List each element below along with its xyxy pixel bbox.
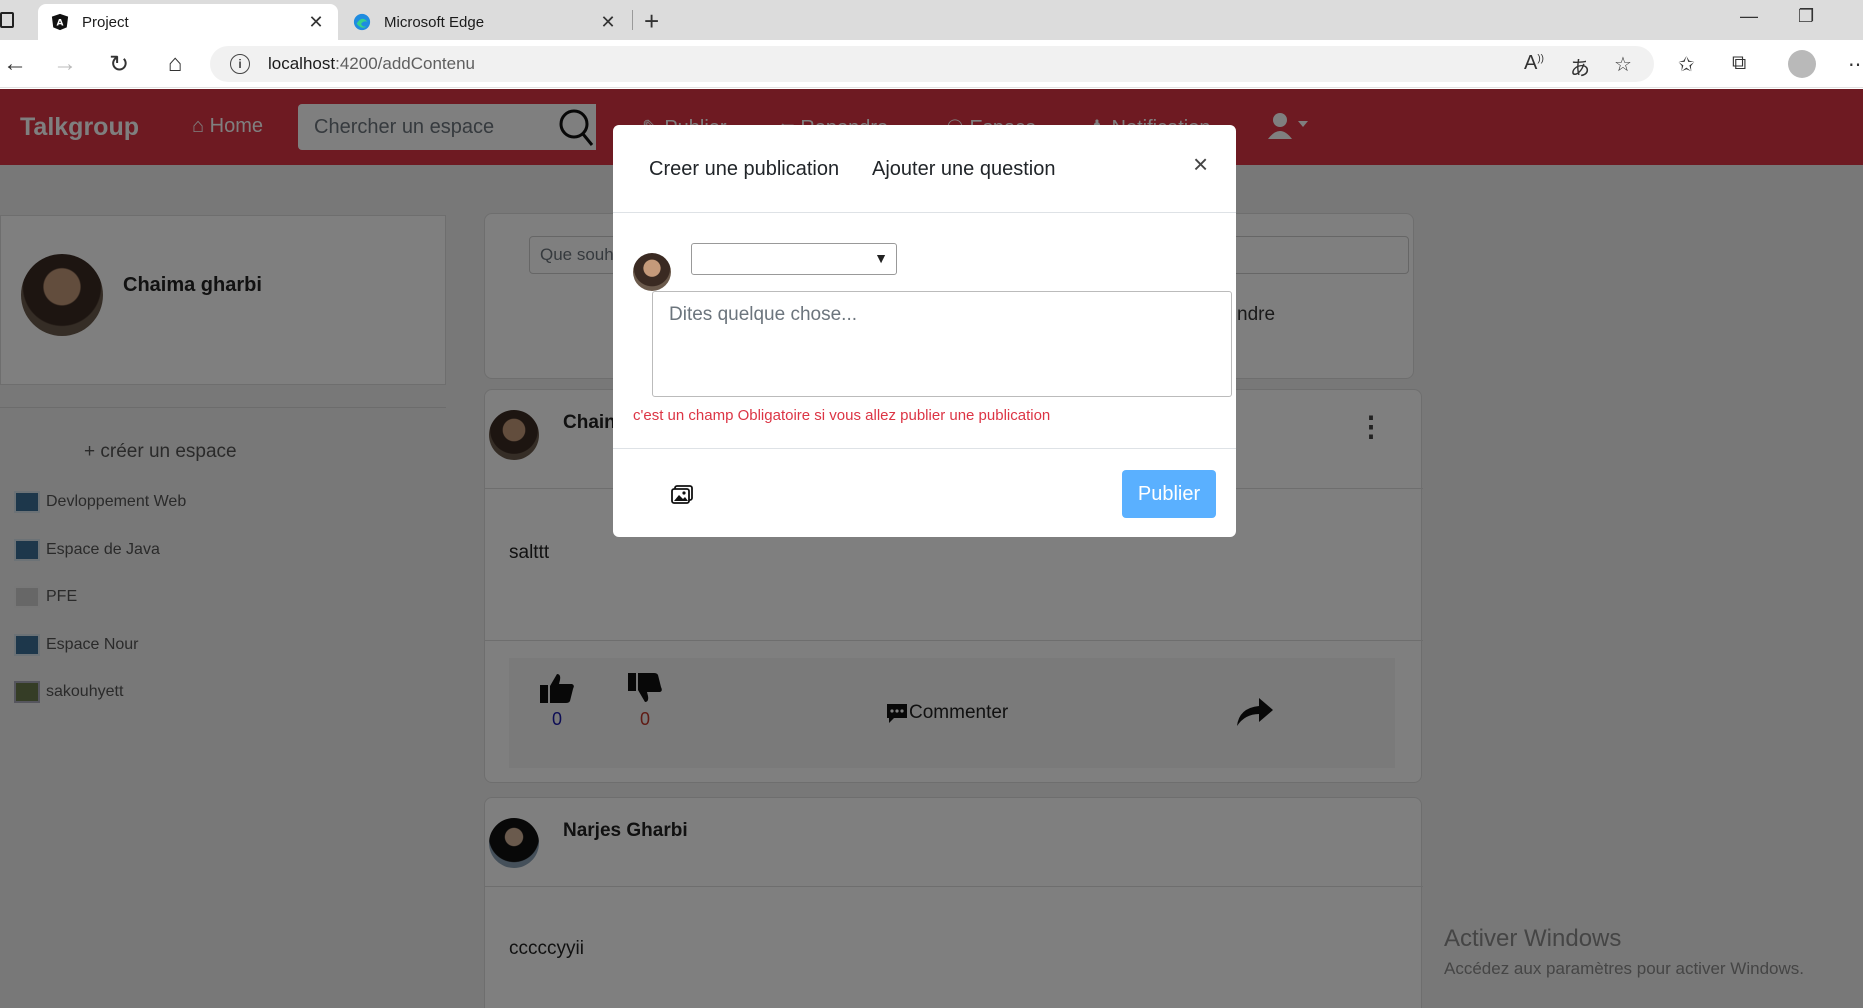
create-publication-modal: Creer une publication Ajouter une questi… [613, 125, 1236, 537]
modal-header: Creer une publication Ajouter une questi… [613, 125, 1236, 213]
collections-icon[interactable]: ⧉ [1732, 52, 1746, 75]
add-favorite-icon[interactable]: ☆ [1614, 52, 1632, 77]
avatar [633, 253, 671, 291]
favorites-icon[interactable]: ✩ [1678, 52, 1695, 77]
space-select[interactable]: ▼ [691, 243, 897, 275]
url-host: localhost [268, 54, 336, 73]
url-field[interactable]: i localhost:4200/addContenu [210, 46, 1654, 82]
new-tab-icon[interactable]: + [644, 6, 659, 37]
forward-icon[interactable]: → [50, 50, 80, 78]
tab-add-question[interactable]: Ajouter une question [872, 158, 1055, 181]
tab-create-publication[interactable]: Creer une publication [649, 158, 839, 181]
publication-textarea[interactable]: Dites quelque chose... [652, 291, 1232, 397]
close-icon[interactable]: × [1193, 149, 1208, 180]
info-icon[interactable]: i [230, 54, 250, 74]
svg-text:A: A [57, 19, 64, 29]
validation-error: c'est un champ Obligatoire si vous allez… [633, 407, 1051, 424]
tab-separator [632, 10, 633, 30]
browser-tabbar: A Project ✕ Microsoft Edge ✕ + — ❐ [0, 0, 1863, 40]
address-bar: ← → ↻ ⌂ i localhost:4200/addContenu A)) … [0, 40, 1863, 88]
url-path: :4200/addContenu [335, 54, 476, 73]
restore-icon[interactable]: ❐ [1798, 6, 1814, 27]
chevron-down-icon: ▼ [874, 250, 888, 266]
home-icon[interactable]: ⌂ [160, 50, 190, 78]
modal-footer-divider [613, 448, 1236, 449]
refresh-icon[interactable]: ↻ [104, 50, 134, 79]
edge-icon [352, 12, 372, 32]
more-icon[interactable]: ⋯ [1848, 52, 1863, 77]
angular-icon: A [50, 12, 70, 32]
tab-project[interactable]: A Project ✕ [38, 4, 338, 40]
profile-avatar[interactable] [1788, 50, 1816, 78]
tab-microsoft-edge[interactable]: Microsoft Edge ✕ [340, 4, 630, 40]
minimize-icon[interactable]: — [1740, 6, 1758, 27]
translate-icon[interactable]: あ [1570, 52, 1590, 81]
publish-button[interactable]: Publier [1122, 470, 1216, 518]
tab-title: Microsoft Edge [384, 13, 485, 31]
tab-actions-icon[interactable] [0, 12, 14, 28]
read-aloud-icon[interactable]: A)) [1524, 52, 1544, 75]
image-upload-icon[interactable] [671, 485, 693, 510]
close-tab-icon[interactable]: ✕ [598, 12, 618, 33]
back-icon[interactable]: ← [0, 50, 30, 78]
tab-title: Project [82, 13, 129, 31]
close-tab-icon[interactable]: ✕ [306, 12, 326, 33]
